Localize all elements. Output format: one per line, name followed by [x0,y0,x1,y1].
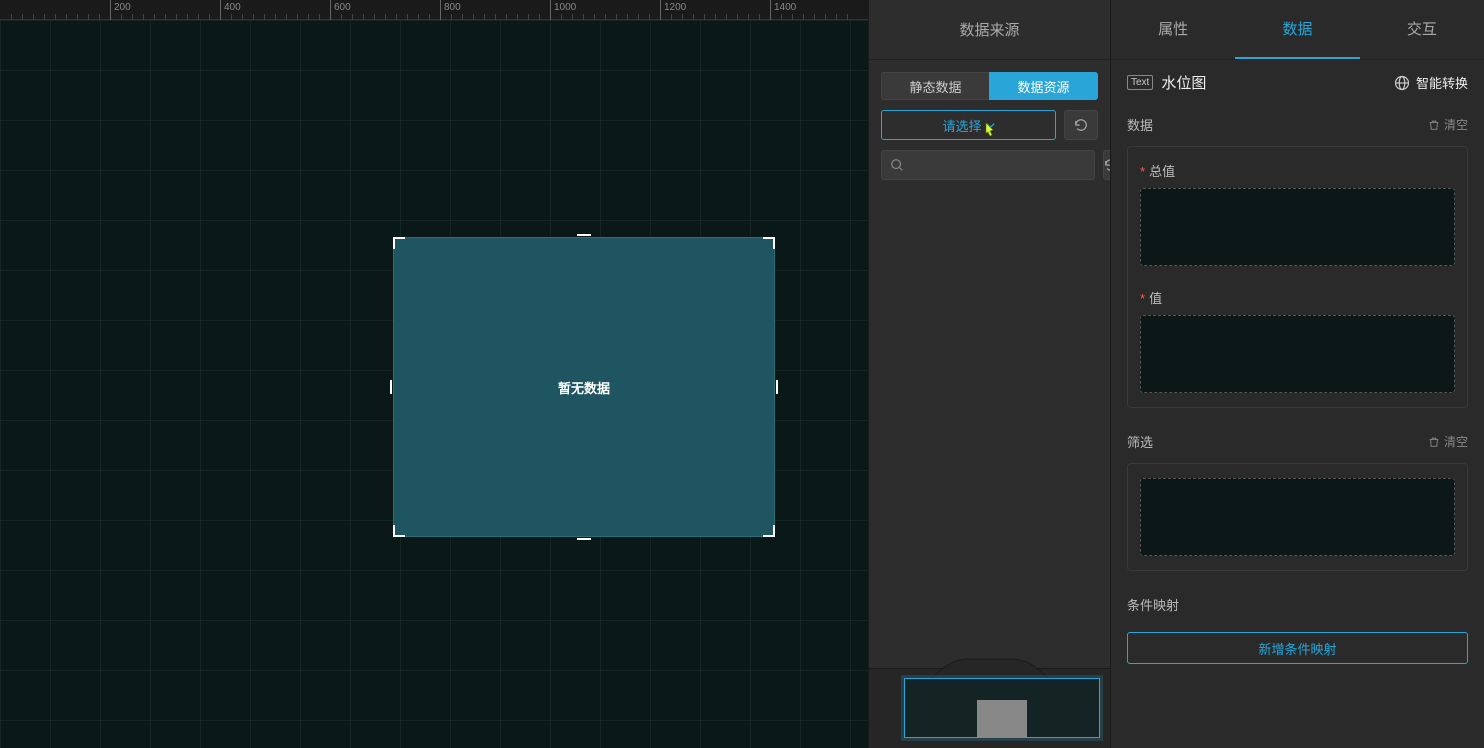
filter-clear-button[interactable]: 清空 [1428,433,1468,450]
seg-static-data[interactable]: 静态数据 [881,72,989,100]
field-value-label: *值 [1140,288,1455,307]
minimap-viewport [977,700,1027,738]
add-mapping-label: 新增条件映射 [1258,639,1336,658]
smart-convert-button[interactable]: 智能转换 [1394,73,1468,92]
resize-handle-br[interactable] [763,525,775,537]
ds-bottom-tray [869,668,1110,748]
section-mapping-label: 条件映射 [1127,595,1179,614]
trash-icon [1428,436,1440,448]
ds-select-label: 请选择 [942,116,981,135]
app: 200400600800100012001400 暂无数据 数据来源 静态数据 … [0,0,1484,748]
section-data-label: 数据 [1127,115,1153,134]
resize-handle-bl[interactable] [393,525,405,537]
section-filter-label: 筛选 [1127,432,1153,451]
resize-handle-lm[interactable] [390,380,392,394]
widget-placeholder-text: 暂无数据 [558,378,610,397]
resize-handle-bm[interactable] [577,538,591,540]
ds-segmented: 静态数据 数据资源 [881,72,1098,100]
filter-clear-label: 清空 [1444,433,1468,450]
ds-search-input[interactable] [881,150,1095,180]
selected-widget[interactable]: 暂无数据 [393,237,775,537]
chevron-down-icon [986,121,995,130]
tab-attributes[interactable]: 属性 [1111,0,1235,59]
resize-handle-rm[interactable] [776,380,778,394]
filter-section [1127,463,1468,571]
field-total-dropzone[interactable] [1140,188,1455,266]
tab-data[interactable]: 数据 [1235,0,1359,59]
search-icon [890,158,904,172]
ds-refresh-button[interactable] [1064,110,1098,140]
data-clear-button[interactable]: 清空 [1428,116,1468,133]
field-total-label: *总值 [1140,161,1455,180]
inspector-panel: 属性 数据 交互 Text 水位图 智能转换 数据 清空 * [1110,0,1484,748]
data-source-panel: 数据来源 静态数据 数据资源 请选择 [868,0,1110,748]
field-value-dropzone[interactable] [1140,315,1455,393]
seg-data-resource[interactable]: 数据资源 [989,72,1098,100]
ds-search-field[interactable] [910,158,1086,173]
widget-title: 水位图 [1161,72,1206,93]
filter-dropzone[interactable] [1140,478,1455,556]
resize-handle-tr[interactable] [763,237,775,249]
smart-convert-label: 智能转换 [1416,73,1468,92]
data-clear-label: 清空 [1444,116,1468,133]
resize-handle-tm[interactable] [577,234,591,236]
inspector-tabs: 属性 数据 交互 [1111,0,1484,60]
ruler-horizontal: 200400600800100012001400 [0,0,868,20]
tab-interaction[interactable]: 交互 [1360,0,1484,59]
trash-icon [1428,119,1440,131]
widget-type-icon: Text [1127,75,1153,90]
refresh-icon [1074,118,1088,132]
canvas-minimap[interactable] [904,678,1100,738]
globe-icon [1394,75,1410,91]
resize-handle-tl[interactable] [393,237,405,249]
ds-select-dropdown[interactable]: 请选择 [881,110,1056,140]
canvas-area[interactable]: 200400600800100012001400 暂无数据 [0,0,868,748]
add-mapping-button[interactable]: 新增条件映射 [1127,632,1468,664]
data-section: *总值 *值 [1127,146,1468,408]
ds-panel-title: 数据来源 [869,0,1110,60]
